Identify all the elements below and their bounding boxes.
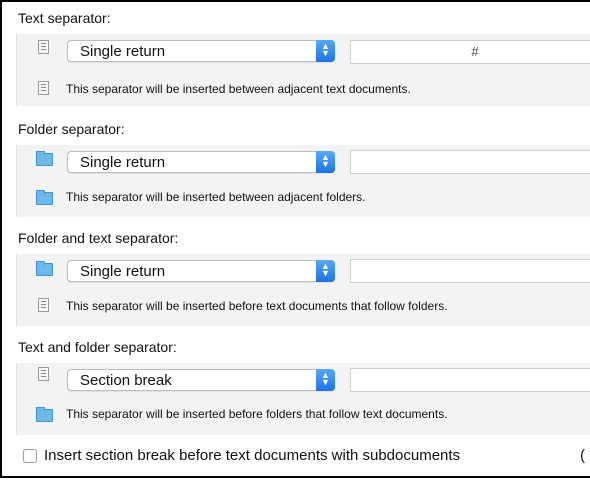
separator-type-select[interactable]: Single return ▲ ▼ (67, 260, 335, 282)
folder-icon (36, 407, 53, 422)
custom-separator-field[interactable]: # (350, 40, 590, 64)
chevron-updown-icon: ▲ ▼ (316, 369, 335, 391)
section-title: Folder and text separator: (18, 230, 179, 246)
custom-separator-field[interactable] (350, 368, 590, 392)
document-icon (38, 367, 49, 381)
folder-icon (36, 190, 53, 205)
section-title: Folder separator: (18, 121, 125, 137)
insert-section-break-label[interactable]: Insert section break before text documen… (44, 447, 460, 464)
separator-description: This separator will be inserted between … (66, 190, 366, 204)
separator-description: This separator will be inserted before f… (66, 407, 448, 421)
insert-section-break-checkbox[interactable] (23, 449, 37, 463)
chevron-updown-icon: ▲ ▼ (316, 151, 335, 173)
select-value: Section break (80, 372, 172, 389)
custom-separator-field[interactable] (350, 259, 590, 283)
custom-separator-field[interactable] (350, 150, 590, 174)
document-icon (38, 298, 49, 312)
chevron-updown-icon: ▲ ▼ (316, 40, 335, 62)
separator-type-select[interactable]: Section break ▲ ▼ (67, 369, 335, 391)
select-value: Single return (80, 43, 166, 60)
folder-icon (36, 261, 53, 276)
document-icon (38, 81, 49, 95)
select-value: Single return (80, 154, 166, 171)
separator-type-select[interactable]: Single return ▲ ▼ (67, 151, 335, 173)
section-title: Text and folder separator: (18, 339, 177, 355)
trailing-paren: ( (580, 447, 585, 464)
folder-icon (36, 151, 53, 166)
document-icon (38, 40, 49, 54)
separator-type-select[interactable]: Single return ▲ ▼ (67, 40, 335, 62)
separator-description: This separator will be inserted between … (66, 82, 411, 96)
separator-description: This separator will be inserted before t… (66, 299, 448, 313)
select-value: Single return (80, 263, 166, 280)
section-title: Text separator: (18, 10, 111, 26)
chevron-updown-icon: ▲ ▼ (316, 260, 335, 282)
